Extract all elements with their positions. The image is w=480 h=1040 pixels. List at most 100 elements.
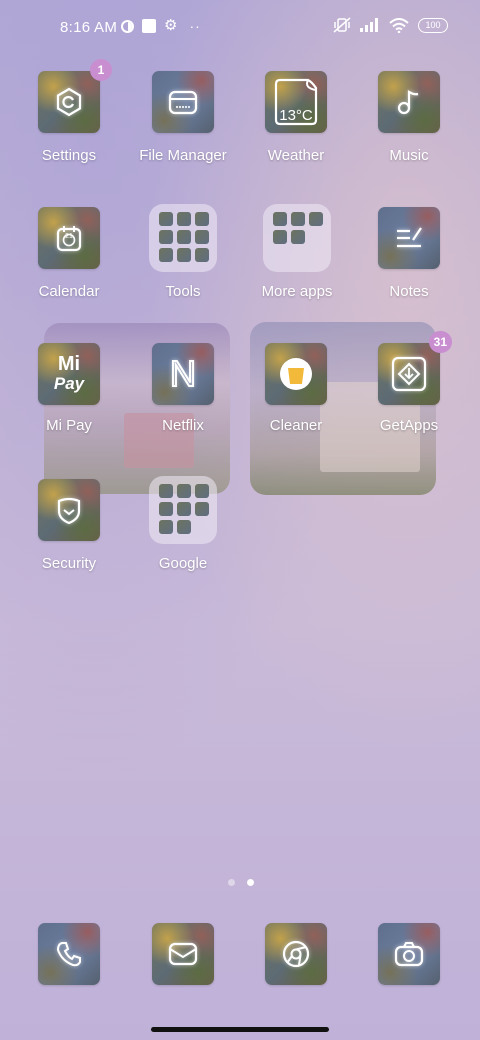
messages-icon	[168, 942, 198, 966]
app-label: Netflix	[162, 417, 204, 434]
app-music[interactable]: Music	[354, 71, 464, 164]
folder-google[interactable]: Google	[128, 476, 238, 572]
folder-mini-app-icon	[177, 212, 191, 226]
app-weather[interactable]: 13°C Weather	[241, 71, 351, 164]
app-label: Cleaner	[269, 417, 323, 434]
folder-icon	[168, 90, 198, 115]
app-netflix[interactable]: N Netflix	[128, 343, 238, 434]
status-time: 8:16 AM	[60, 19, 118, 36]
browser-tile	[265, 923, 327, 985]
security-tile	[38, 479, 100, 541]
folder-mini-app-icon	[177, 520, 191, 534]
app-cleaner[interactable]: Cleaner	[241, 343, 351, 434]
app-label: Tools	[165, 283, 201, 300]
app-mi-pay[interactable]: Mi Pay Mi Pay	[14, 343, 124, 434]
app-label: Google	[158, 555, 208, 572]
folder-mini-app-icon	[159, 230, 173, 244]
folder-mini-app-icon	[159, 502, 173, 516]
folder-mini-app-icon	[159, 248, 173, 262]
dock-camera[interactable]	[354, 923, 464, 985]
more-dots-icon: ··	[189, 18, 201, 34]
app-label: Calendar	[38, 283, 100, 300]
cleaner-tile	[265, 343, 327, 405]
messages-tile	[152, 923, 214, 985]
app-calendar[interactable]: 21 Calendar	[14, 207, 124, 300]
cleaner-icon	[280, 358, 312, 390]
status-bar: 8:16 AM ⚙ ·· 100	[0, 0, 480, 56]
weather-temperature: 13°C	[279, 107, 313, 124]
mi-pay-tile: Mi Pay	[38, 343, 100, 405]
app-label: GetApps	[379, 417, 439, 434]
app-label: Settings	[41, 147, 97, 164]
square-icon	[142, 19, 156, 33]
folder-mini-app-icon	[195, 230, 209, 244]
music-tile	[378, 71, 440, 133]
notes-icon	[397, 227, 422, 248]
dock-messages[interactable]	[128, 923, 238, 985]
mi-pay-glyph-top: Mi	[57, 353, 81, 375]
settings-badge: 1	[90, 59, 112, 81]
mi-pay-icon: Mi Pay	[54, 354, 84, 394]
dock-browser[interactable]	[241, 923, 351, 985]
dock-phone[interactable]	[14, 923, 124, 985]
folder-more-apps[interactable]: More apps	[242, 204, 352, 300]
folder-mini-app-icon	[273, 230, 287, 244]
file-manager-tile	[152, 71, 214, 133]
calendar-tile: 21	[38, 207, 100, 269]
folder-mini-app-icon	[309, 212, 323, 226]
app-security[interactable]: Security	[14, 479, 124, 572]
folder-mini-app-icon	[291, 212, 305, 226]
app-label: Music	[389, 147, 429, 164]
getapps-tile: 31	[378, 331, 452, 405]
home-indicator[interactable]	[151, 1027, 329, 1032]
app-label: File Manager	[139, 147, 227, 164]
folder-mini-app-icon	[177, 230, 191, 244]
folder-mini-app-icon	[177, 484, 191, 498]
getapps-badge: 31	[428, 331, 452, 353]
settings-tile: 1	[38, 59, 112, 133]
app-notes[interactable]: Notes	[354, 207, 464, 300]
folder-mini-app-icon	[195, 502, 209, 516]
page-indicator	[228, 879, 254, 886]
app-label: Weather	[267, 147, 325, 164]
mi-pay-glyph-bottom: Pay	[53, 374, 85, 393]
calendar-day: 21	[65, 233, 73, 240]
settings-icon	[56, 87, 82, 117]
page-dot-active	[247, 879, 254, 886]
tools-folder-tile	[149, 204, 217, 272]
battery-icon: 100	[418, 17, 448, 33]
app-getapps[interactable]: 31 GetApps	[354, 331, 464, 434]
data-saver-icon	[121, 19, 134, 33]
gear-icon: ⚙	[164, 17, 178, 34]
folder-mini-app-icon	[159, 484, 173, 498]
folder-mini-app-icon	[177, 248, 191, 262]
notes-tile	[378, 207, 440, 269]
folder-tools[interactable]: Tools	[128, 204, 238, 300]
browser-icon	[282, 940, 310, 968]
getapps-icon	[391, 356, 427, 392]
folder-mini-app-icon	[177, 502, 191, 516]
folder-mini-app-icon	[195, 212, 209, 226]
app-label: Mi Pay	[46, 417, 92, 434]
folder-mini-app-icon	[195, 484, 209, 498]
page-dot	[228, 879, 235, 886]
app-settings[interactable]: 1 Settings	[14, 59, 124, 164]
more-apps-folder-tile	[263, 204, 331, 272]
folder-mini-app-icon	[159, 520, 173, 534]
app-label: More apps	[261, 283, 333, 300]
google-folder-tile	[149, 476, 217, 544]
wifi-icon	[389, 17, 409, 33]
phone-tile	[38, 923, 100, 985]
netflix-tile: N	[152, 343, 214, 405]
app-file-manager[interactable]: File Manager	[128, 71, 238, 164]
shield-icon	[57, 497, 81, 525]
netflix-icon: N	[169, 352, 197, 395]
folder-mini-app-icon	[195, 248, 209, 262]
folder-mini-app-icon	[291, 230, 305, 244]
folder-mini-app-icon	[159, 212, 173, 226]
app-label: Security	[41, 555, 97, 572]
signal-icon	[360, 18, 378, 32]
folder-mini-app-icon	[273, 212, 287, 226]
phone-icon	[56, 942, 81, 967]
camera-icon	[394, 942, 424, 967]
